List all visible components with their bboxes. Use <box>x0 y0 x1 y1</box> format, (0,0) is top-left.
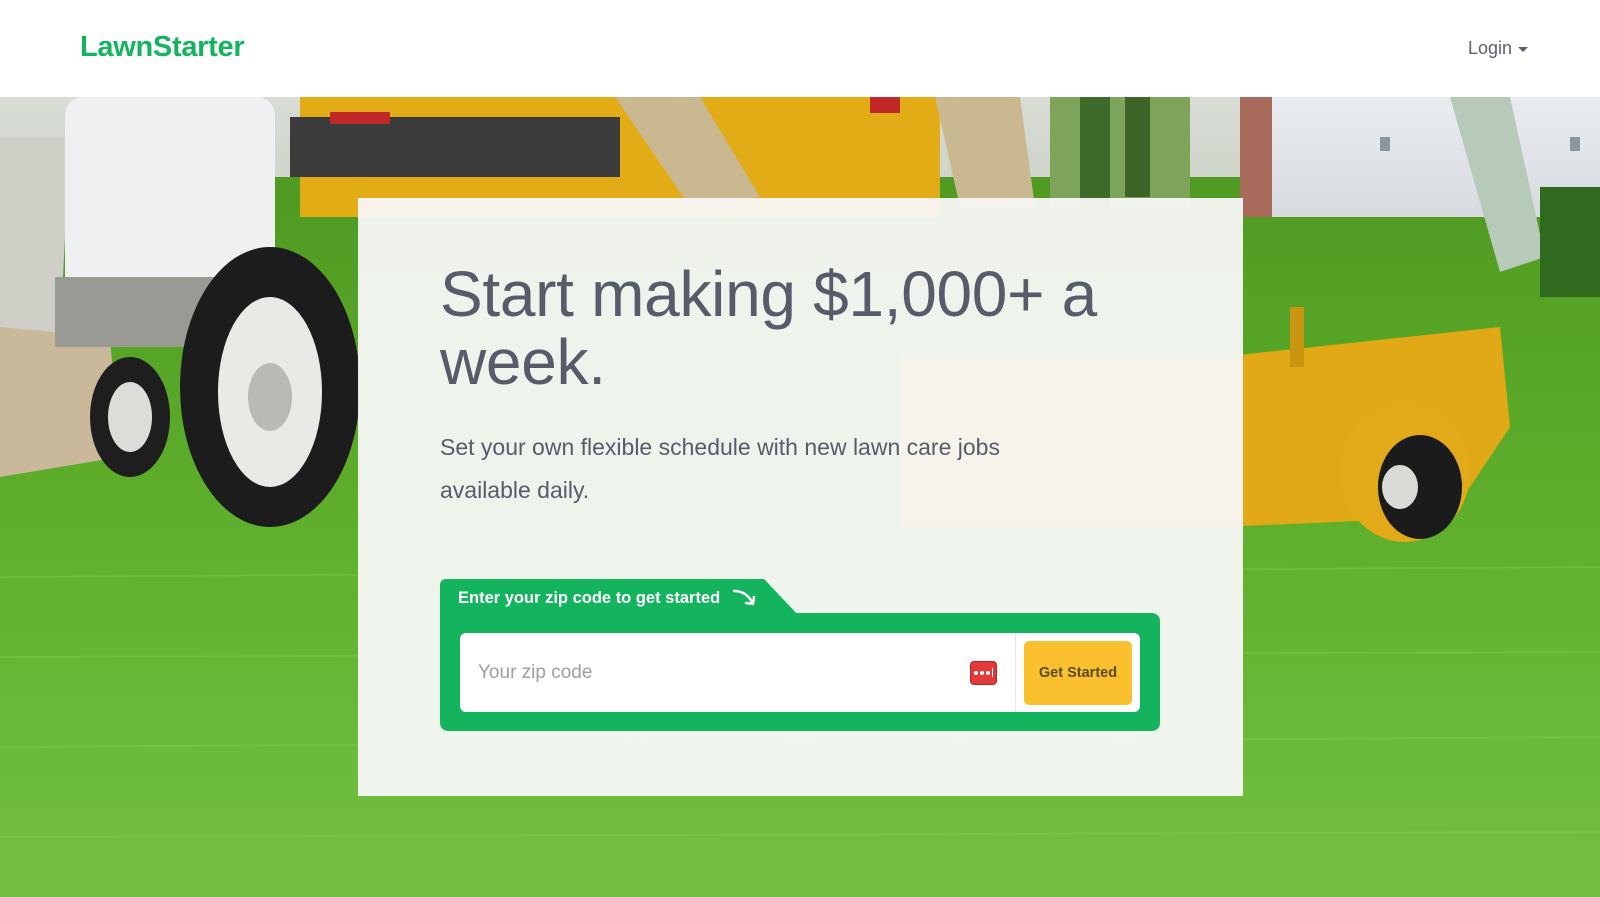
zip-input-group: Get Started <box>460 633 1140 712</box>
zip-form-tab: Enter your zip code to get started <box>440 579 800 617</box>
chevron-down-icon <box>1518 47 1528 52</box>
zip-form-tab-label: Enter your zip code to get started <box>458 588 721 607</box>
hero-subtext: Set your own flexible schedule with new … <box>440 434 1000 503</box>
signup-card: Start making $1,000+ a week. Set your ow… <box>358 198 1243 796</box>
password-manager-icon[interactable] <box>970 660 997 685</box>
logo[interactable]: LawnStarter <box>80 31 245 64</box>
login-dropdown[interactable]: Login <box>1468 38 1528 59</box>
login-label: Login <box>1467 38 1512 58</box>
get-started-button[interactable]: Get Started <box>1024 640 1132 705</box>
zip-code-input[interactable] <box>476 652 970 693</box>
input-divider <box>1015 633 1016 712</box>
site-header: LawnStarter Login <box>0 0 1600 97</box>
curved-arrow-icon <box>732 588 758 613</box>
zip-form: Get Started <box>440 613 1160 731</box>
page-title: Start making $1,000+ a week. <box>440 258 1097 398</box>
